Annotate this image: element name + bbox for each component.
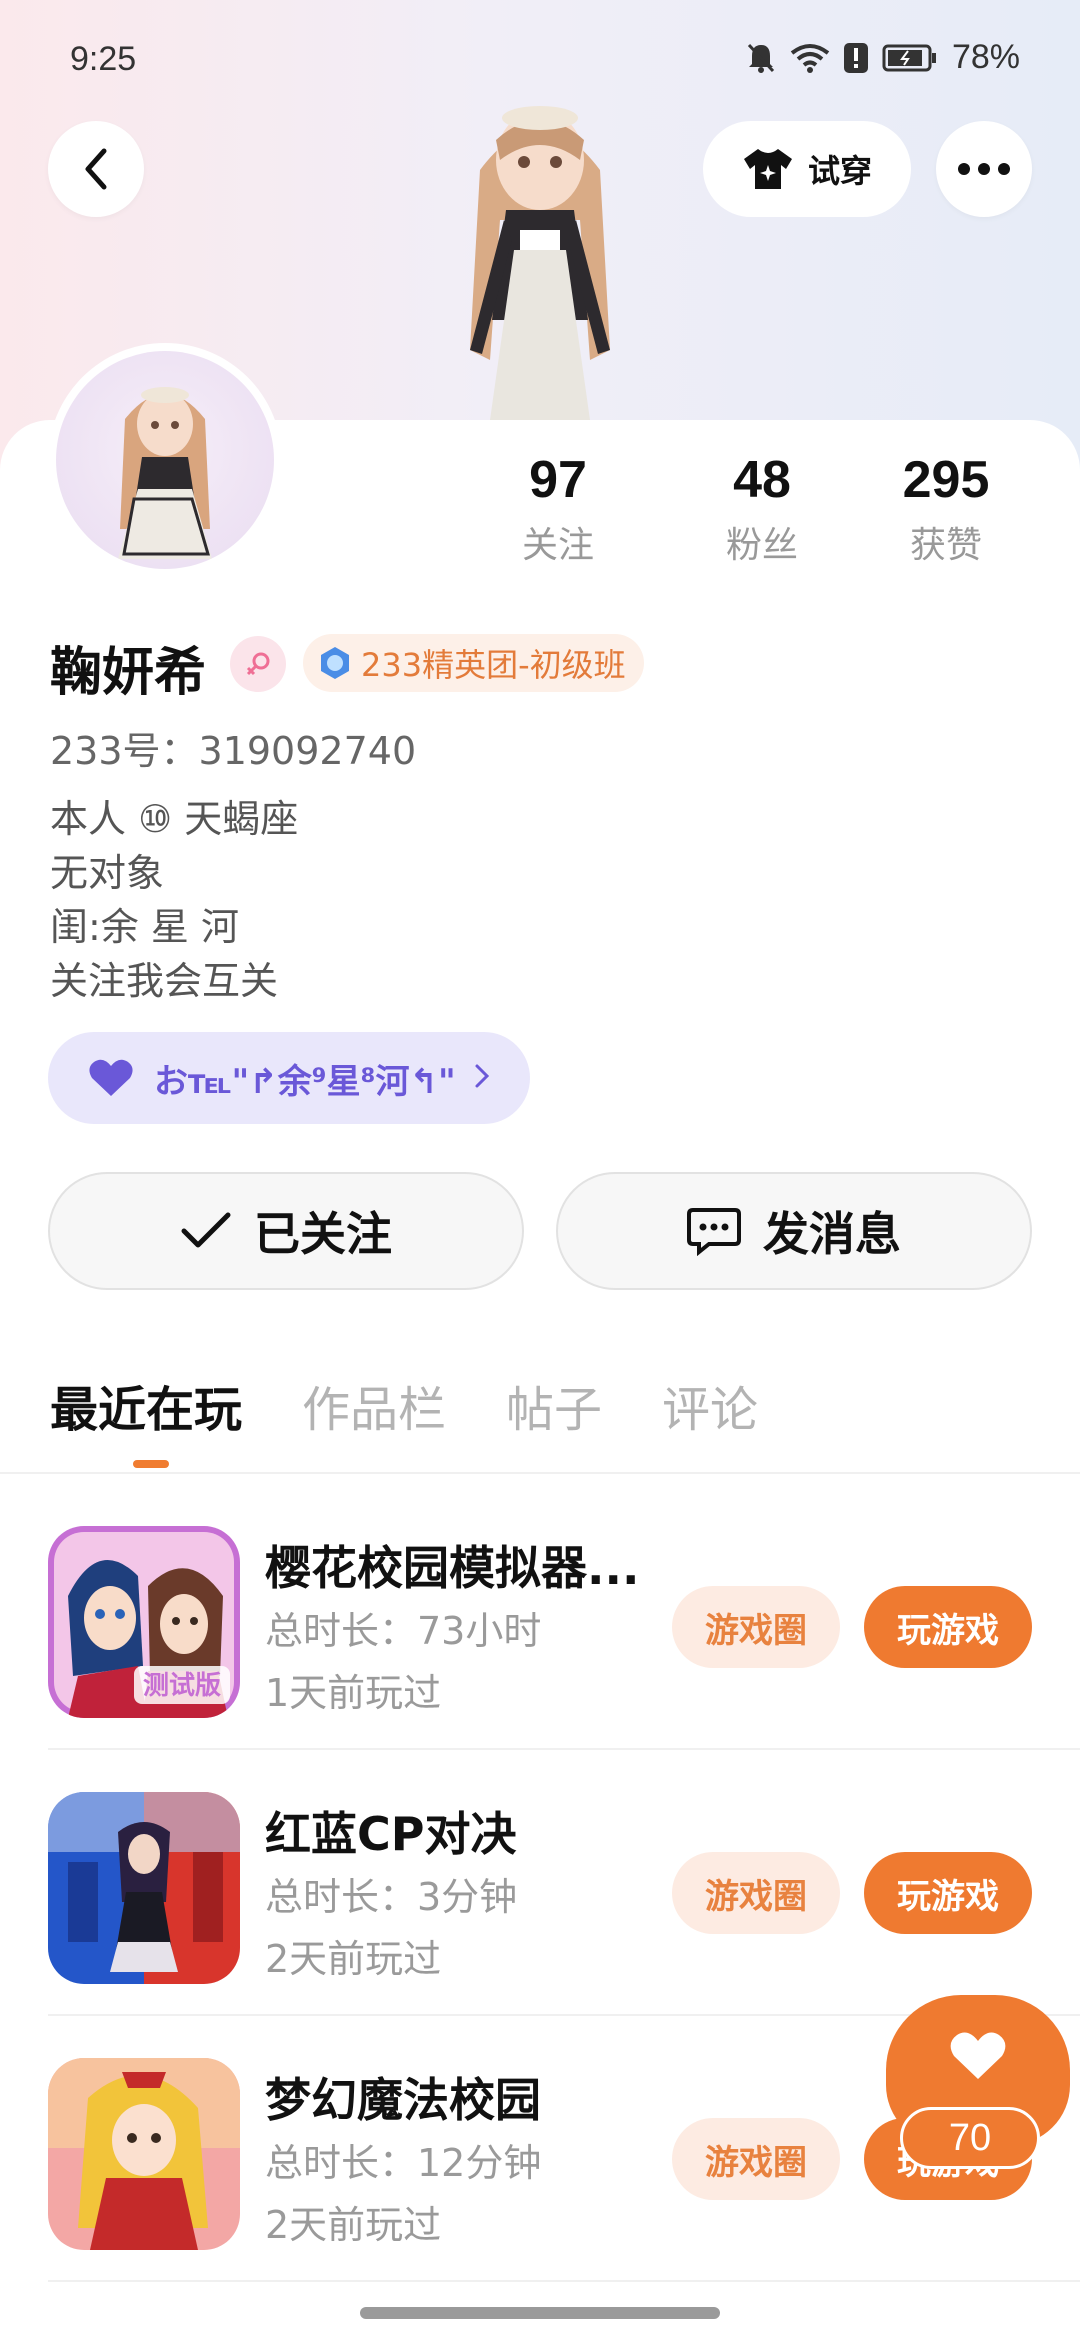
game-icon-badge-text: 测试版: [143, 1671, 221, 1701]
status-time: 9:25: [70, 40, 137, 78]
send-message-label: 发消息: [763, 1207, 901, 1261]
tshirt-icon: [743, 149, 792, 189]
play-game-button[interactable]: 玩游戏: [864, 1852, 1032, 1934]
club-emblem-icon: [321, 647, 349, 679]
game-icon-sakura-school: 测试版: [48, 1526, 240, 1718]
avatar[interactable]: [48, 343, 282, 577]
game-circle-button[interactable]: 游戏圈: [672, 1586, 840, 1668]
game-title: 梦幻魔法校园: [265, 2073, 541, 2127]
send-message-button[interactable]: 发消息: [556, 1172, 1032, 1290]
stat-following[interactable]: 97 关注: [478, 450, 638, 568]
play-game-button[interactable]: 玩游戏: [864, 1586, 1032, 1668]
tab-posts[interactable]: 帖子: [506, 1370, 602, 1440]
bio-line: 闺:余 星 河: [50, 905, 239, 949]
stat-likes-label: 获赞: [909, 525, 982, 566]
followed-button[interactable]: 已关注: [48, 1172, 524, 1290]
alert-icon: [843, 42, 868, 73]
chevron-right-icon: [475, 1064, 490, 1088]
game-icon-magic-school: [48, 2058, 240, 2250]
game-list-item[interactable]: 红蓝CP对决 总时长：3分钟 2天前玩过 游戏圈 玩游戏: [0, 1750, 1080, 2016]
try-on-button[interactable]: 试穿: [703, 121, 911, 217]
game-duration: 总时长：3分钟: [265, 1875, 518, 1919]
game-circle-button[interactable]: 游戏圈: [672, 1852, 840, 1934]
check-icon: [181, 1212, 231, 1248]
chat-bubble-icon: [687, 1208, 741, 1256]
relationship-tag-label: お℡"↱余⁹星⁸河↰": [154, 1061, 456, 1102]
bio-line: 无对象: [50, 851, 165, 895]
tab-recently-played[interactable]: 最近在玩: [50, 1370, 242, 1440]
active-tab-indicator: [133, 1460, 169, 1468]
bio-line: 关注我会互关: [50, 959, 279, 1003]
game-title: 红蓝CP对决: [265, 1807, 517, 1861]
game-circle-button[interactable]: 游戏圈: [672, 2118, 840, 2200]
wifi-icon: [790, 43, 830, 73]
club-badge-label: 233精英团-初级班: [361, 646, 626, 684]
followed-label: 已关注: [254, 1207, 392, 1261]
mute-bell-icon: [747, 43, 775, 73]
game-duration: 总时长：12分钟: [265, 2141, 542, 2185]
stat-likes[interactable]: 295 获赞: [866, 450, 1026, 568]
battery-percentage: 78%: [951, 38, 1020, 76]
profile-bio: 本人 ⑩ 天蝎座 无对象 闺:余 星 河 关注我会互关: [50, 792, 298, 1008]
like-count-badge: 70: [900, 2107, 1040, 2169]
tabs-divider: [0, 1472, 1080, 1474]
game-duration: 总时长：73小时: [265, 1609, 542, 1653]
user-id: 233号：319092740: [50, 729, 417, 773]
gender-female-icon: [230, 636, 286, 692]
stat-following-label: 关注: [521, 525, 594, 566]
game-icon-red-blue-cp: [48, 1792, 240, 1984]
game-last-played: 2天前玩过: [265, 1937, 442, 1981]
back-button[interactable]: [48, 121, 144, 217]
more-options-button[interactable]: [936, 121, 1032, 217]
game-title: 樱花校园模拟器...: [265, 1541, 640, 1595]
back-arrow-icon: [85, 148, 107, 190]
avatar-character-figure: [470, 106, 610, 420]
heart-icon: [950, 2032, 1006, 2079]
club-badge[interactable]: 233精英团-初级班: [303, 634, 644, 692]
stat-following-value: 97: [529, 451, 587, 509]
bio-line: 本人 ⑩ 天蝎座: [50, 797, 299, 841]
relationship-tag[interactable]: お℡"↱余⁹星⁸河↰": [48, 1032, 530, 1124]
game-last-played: 2天前玩过: [265, 2203, 442, 2247]
profile-tabs: 最近在玩 作品栏 帖子 评论: [50, 1370, 758, 1440]
game-list-item[interactable]: 测试版 樱花校园模拟器... 总时长：73小时 1天前玩过 游戏圈 玩游戏: [0, 1484, 1080, 1750]
status-bar: 9:25 78%: [0, 0, 1080, 120]
row-divider: [48, 2280, 1080, 2282]
stat-followers-label: 粉丝: [725, 525, 798, 566]
avatar-character-icon: [118, 387, 212, 559]
battery-icon: [882, 44, 936, 71]
stat-followers-value: 48: [733, 451, 791, 509]
try-on-label: 试穿: [807, 152, 872, 190]
home-indicator[interactable]: [360, 2307, 720, 2319]
stat-followers[interactable]: 48 粉丝: [682, 450, 842, 568]
more-dots-icon: [958, 163, 1010, 175]
profile-name: 鞠妍希: [50, 643, 207, 703]
heart-icon: [89, 1059, 133, 1096]
tab-works[interactable]: 作品栏: [302, 1370, 446, 1440]
tab-comments[interactable]: 评论: [662, 1370, 758, 1440]
stat-likes-value: 295: [902, 451, 990, 509]
floating-like-button[interactable]: 70: [886, 1995, 1070, 2169]
game-last-played: 1天前玩过: [265, 1671, 442, 1715]
